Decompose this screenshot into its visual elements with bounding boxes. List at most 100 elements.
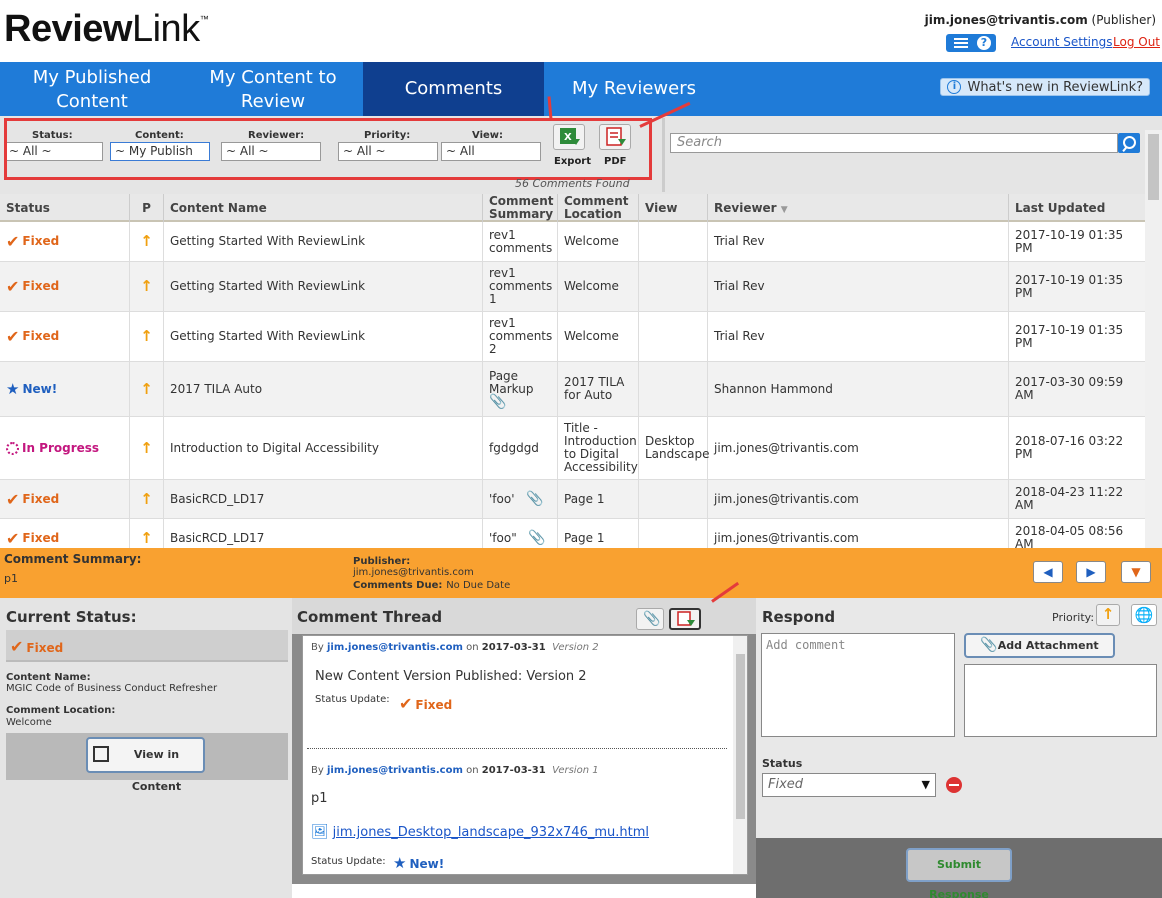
checkmark-icon: ✔ <box>6 528 20 548</box>
content-name-cell: BasicRCD_LD17 <box>164 519 483 548</box>
table-row[interactable]: ✔ Fixed ↑ Getting Started With ReviewLink… <box>0 222 1145 262</box>
tab-my-published-content[interactable]: My Published Content <box>16 62 168 116</box>
table-scrollbar-thumb[interactable] <box>1148 134 1159 200</box>
status-text: In Progress <box>22 440 100 455</box>
menu-help-toggle[interactable]: ? <box>946 34 996 52</box>
col-content-name[interactable]: Content Name <box>164 194 483 222</box>
col-last-updated[interactable]: Last Updated <box>1009 194 1145 222</box>
table-row[interactable]: ✔ Fixed ↑ BasicRCD_LD17 'foo' 📎 Page 1 ji… <box>0 480 1145 519</box>
updated-cell: 2017-03-30 09:59 AM <box>1015 375 1124 402</box>
col-comment-location[interactable]: Comment Location <box>558 194 639 222</box>
priority-up-icon: ↑ <box>140 528 153 547</box>
filter-separator <box>662 118 665 192</box>
content-name-cell: BasicRCD_LD17 <box>164 480 483 518</box>
due-label: Comments Due: <box>353 580 443 591</box>
whats-new-button[interactable]: i What's new in ReviewLink? <box>940 78 1150 96</box>
main-nav: My Published Content My Content to Revie… <box>0 62 1162 116</box>
search-input[interactable]: Search <box>670 133 1118 153</box>
location-cell: Welcome <box>558 222 639 261</box>
status-update-label: Status Update: <box>315 694 390 705</box>
tab-my-content-to-review[interactable]: My Content to Review <box>196 62 350 116</box>
col-status[interactable]: Status <box>0 194 130 222</box>
entry-date: 2017-03-31 <box>481 642 546 653</box>
col-comment-summary[interactable]: Comment Summary <box>483 194 558 222</box>
table-header: Status P Content Name Comment Summary Co… <box>0 194 1145 222</box>
attachment-icon[interactable]: 📎 <box>528 531 545 545</box>
status-cell: ★ New! <box>0 362 130 416</box>
chevron-down-icon: ▼ <box>1131 565 1141 579</box>
table-row[interactable]: ✔ Fixed ↑ Getting Started With ReviewLink… <box>0 312 1145 362</box>
priority-cell: ↑ <box>130 362 164 416</box>
attachment-link-text[interactable]: jim.jones_Desktop_landscape_932x746_mu.h… <box>333 825 649 840</box>
tab-my-reviewers[interactable]: My Reviewers <box>556 62 712 116</box>
due-value: No Due Date <box>446 580 511 591</box>
table-row[interactable]: ★ New! ↑ 2017 TILA Auto Page Markup 📎 2017… <box>0 362 1145 417</box>
account-settings-link[interactable]: Account Settings <box>1011 35 1112 49</box>
status-text: Fixed <box>22 530 60 545</box>
thread-pdf-button[interactable] <box>669 608 701 630</box>
thread-attachment-link[interactable]: 🖼 jim.jones_Desktop_landscape_932x746_mu… <box>311 824 649 840</box>
status-text: Fixed <box>22 491 60 506</box>
thread-divider <box>307 748 727 749</box>
info-icon: i <box>947 80 962 94</box>
col-view[interactable]: View <box>639 194 708 222</box>
user-email: jim.jones@trivantis.com <box>924 13 1088 27</box>
content-name-value: MGIC Code of Business Conduct Refresher <box>6 683 218 694</box>
summary-text: p1 <box>4 572 18 585</box>
attachment-icon[interactable]: 📎 <box>526 492 543 506</box>
thread-status-text: New! <box>409 857 445 871</box>
globe-icon[interactable]: 🌐 <box>1131 604 1157 626</box>
summary-cell: rev1 comments <box>483 222 558 261</box>
priority-up-icon: ↑ <box>140 327 153 345</box>
attachment-icon[interactable]: 📎 <box>489 395 506 409</box>
location-cell: Welcome <box>558 262 639 311</box>
add-attachment-button[interactable]: 📎Add Attachment <box>964 633 1115 658</box>
help-icon[interactable]: ? <box>977 36 991 50</box>
search-icon[interactable] <box>1118 133 1140 153</box>
updated-cell: 2018-07-16 03:22 PM <box>1015 434 1124 461</box>
in-progress-icon <box>6 441 19 455</box>
publisher-label: Publisher: <box>353 556 411 567</box>
entry-date: 2017-03-31 <box>481 765 546 776</box>
priority-button[interactable]: ↑ <box>1096 604 1120 626</box>
thread-status-text: Fixed <box>415 698 453 712</box>
table-row[interactable]: In Progress ↑ Introduction to Digital Ac… <box>0 417 1145 480</box>
attachment-list[interactable] <box>964 664 1157 737</box>
view-cell <box>639 480 708 518</box>
sort-down-icon[interactable]: ▼ <box>781 205 788 215</box>
summary-cell: rev1 comments 1 <box>483 262 558 311</box>
table-row[interactable]: ✔ Fixed ↑ BasicRCD_LD17 'foo" 📎 Page 1 ji… <box>0 519 1145 548</box>
next-comment-button[interactable]: ▶ <box>1076 561 1106 583</box>
reviewer-cell: jim.jones@trivantis.com <box>708 519 1009 548</box>
logout-link[interactable]: Log Out <box>1113 35 1160 49</box>
prev-comment-button[interactable]: ◀ <box>1033 561 1063 583</box>
thread-status-update: ✔ Fixed <box>399 694 452 713</box>
hamburger-icon[interactable] <box>954 38 968 48</box>
entry-author: jim.jones@trivantis.com <box>326 765 463 776</box>
view-in-content-button[interactable]: View in Content <box>86 737 205 793</box>
table-row[interactable]: ✔ Fixed ↑ Getting Started With ReviewLink… <box>0 262 1145 312</box>
reviewer-cell: Trial Rev <box>708 222 1009 261</box>
thread-scrollbar-thumb[interactable] <box>736 654 745 819</box>
attachment-icon: 📎 <box>980 637 998 653</box>
tab-comments[interactable]: Comments <box>363 62 544 116</box>
image-file-icon: 🖼 <box>311 824 329 840</box>
submit-response-button[interactable]: Submit Response <box>906 848 1012 898</box>
view-cell <box>639 262 708 311</box>
remove-status-icon[interactable] <box>946 777 962 793</box>
summary-cell: 'foo" 📎 <box>483 519 558 548</box>
status-cell: ✔ Fixed <box>0 519 130 548</box>
thread-attachment-button[interactable]: 📎 <box>636 608 664 630</box>
status-text: New! <box>22 381 58 396</box>
respond-status-select[interactable]: Fixed ▼ <box>762 773 936 797</box>
priority-cell: ↑ <box>130 417 164 479</box>
col-priority[interactable]: P <box>130 194 164 222</box>
collapse-button[interactable]: ▼ <box>1121 561 1151 583</box>
location-cell: Title - Introduction to Digital Accessib… <box>558 417 639 479</box>
view-cell <box>639 222 708 261</box>
checkmark-icon: ✔ <box>6 489 20 509</box>
col-reviewer[interactable]: Reviewer ▼ <box>708 194 1009 222</box>
priority-cell: ↑ <box>130 519 164 548</box>
add-comment-textarea[interactable]: Add comment <box>761 633 955 737</box>
priority-up-icon: ↑ <box>140 232 153 250</box>
